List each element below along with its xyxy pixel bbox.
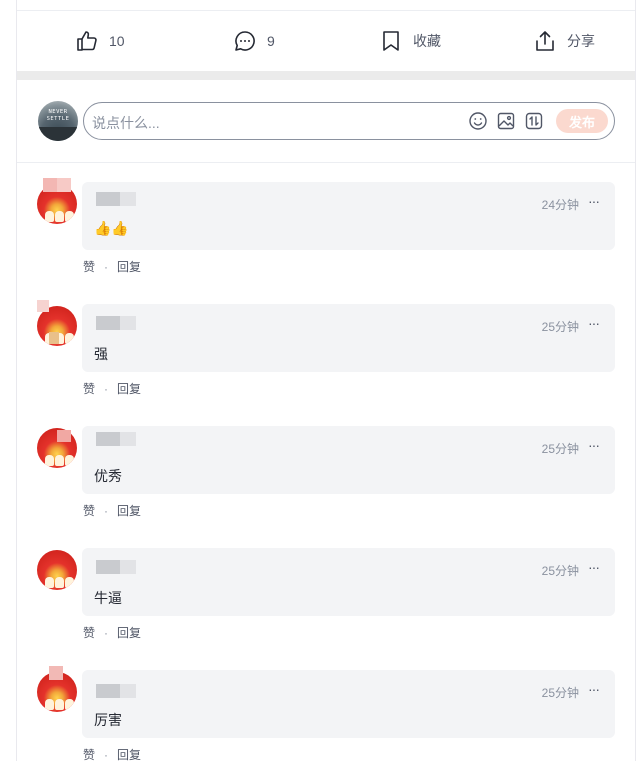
image-icon [497,112,515,130]
reply-button[interactable]: 回复 [117,260,141,274]
comment-actions: 赞 · 回复 [83,748,142,762]
thumbs-up-icon [77,31,97,51]
comment-time: 25分钟 [541,320,579,334]
comment-item: 25分钟 ··· 牛逼 赞 · 回复 [17,548,635,648]
collect-label: 收藏 [413,33,441,49]
username-blurred [96,316,120,330]
my-avatar[interactable]: NEVER SETTLE [38,101,78,141]
username-blurred [96,192,120,206]
comment-item: 25分钟 ··· 强 赞 · 回复 [17,300,635,404]
comment-time: 24分钟 [541,198,579,212]
comment-time: 25分钟 [541,442,579,456]
comment-input[interactable]: 说点什么... 发布 [83,102,615,140]
username-blurred [96,684,120,698]
reply-button[interactable]: 回复 [117,748,141,762]
comment-button[interactable]: 9 [233,11,275,71]
share-button[interactable]: 分享 [533,11,595,71]
comment-bubble: 25分钟 ··· 厉害 [82,670,615,738]
sort-arrows-icon [525,112,543,130]
like-button[interactable]: 10 [75,11,125,71]
comment-item: 25分钟 ··· 优秀 赞 · 回复 [17,426,635,526]
publish-button[interactable]: 发布 [556,109,608,133]
section-separator [17,71,635,80]
comment-actions: 赞 · 回复 [83,504,142,518]
more-options-icon[interactable]: ··· [588,193,600,209]
comment-bubble: 25分钟 ··· 牛逼 [82,548,615,616]
collect-button[interactable]: 收藏 [379,11,441,71]
reply-button[interactable]: 回复 [117,382,141,396]
more-options-icon[interactable]: ··· [588,437,600,453]
comment-composer: NEVER SETTLE 说点什么... 发布 [17,80,635,163]
comment-bubble: 25分钟 ··· 强 [82,304,615,372]
mosaic-blur [37,300,49,312]
reply-button[interactable]: 回复 [117,626,141,640]
smiley-icon [469,112,487,130]
avatar-motto: NEVER SETTLE [46,109,70,122]
comment-text: 牛逼 [94,590,122,606]
comment-actions: 赞 · 回复 [83,626,142,640]
comment-time: 25分钟 [541,564,579,578]
image-button[interactable] [496,111,516,131]
comment-bubble: 24分钟 ··· 👍👍 [82,182,615,250]
comment-panel: 10 9 收藏 分享 NEVER SETTLE 说点什么... 发布 24分钟 … [16,0,636,762]
comment-item: 24分钟 ··· 👍👍 赞 · 回复 [17,178,635,282]
comment-text: 强 [94,346,108,362]
emoji-button[interactable] [468,111,488,131]
like-comment-button[interactable]: 赞 [83,382,95,396]
comment-count: 9 [267,33,275,49]
commenter-avatar[interactable] [37,550,77,590]
comment-input-placeholder: 说点什么... [92,115,160,131]
like-comment-button[interactable]: 赞 [83,748,95,762]
share-icon [536,31,554,51]
more-options-icon[interactable]: ··· [588,559,600,575]
format-button[interactable] [524,111,544,131]
share-label: 分享 [567,33,595,49]
comment-text: 厉害 [94,712,122,728]
mosaic-blur [49,666,63,680]
like-count: 10 [109,33,125,49]
more-options-icon[interactable]: ··· [588,681,600,697]
username-blurred [96,432,120,446]
reply-button[interactable]: 回复 [117,504,141,518]
comment-text: 👍👍 [94,220,129,236]
username-blurred [96,560,120,574]
comment-time: 25分钟 [541,686,579,700]
more-options-icon[interactable]: ··· [588,315,600,331]
mosaic-blur [57,430,71,442]
like-comment-button[interactable]: 赞 [83,260,95,274]
comment-text: 优秀 [94,468,122,484]
bookmark-icon [383,31,399,51]
comment-actions: 赞 · 回复 [83,260,142,274]
article-action-bar: 10 9 收藏 分享 [17,11,635,71]
comment-bubble-icon [235,31,255,51]
comment-bubble: 25分钟 ··· 优秀 [82,426,615,494]
mosaic-blur [43,178,57,192]
like-comment-button[interactable]: 赞 [83,504,95,518]
comment-actions: 赞 · 回复 [83,382,142,396]
comment-item: 25分钟 ··· 厉害 赞 · 回复 [17,666,635,770]
like-comment-button[interactable]: 赞 [83,626,95,640]
